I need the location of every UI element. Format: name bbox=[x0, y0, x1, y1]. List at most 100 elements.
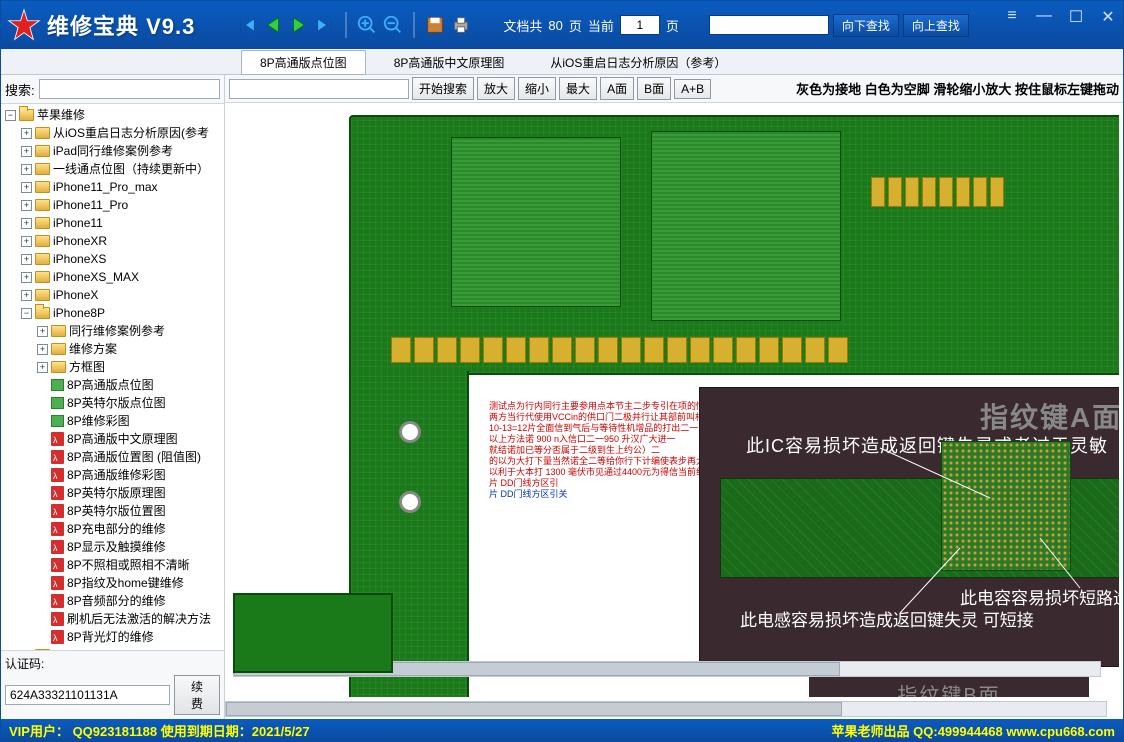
pad-row bbox=[871, 177, 1004, 207]
statusbar: VIP用户： QQ923181188 使用到期日期：2021/5/27 苹果老师… bbox=[1, 719, 1123, 741]
tree-item[interactable]: +方框图 bbox=[3, 358, 222, 376]
tree-item[interactable]: 8P不照相或照相不清晰 bbox=[3, 556, 222, 574]
tree-item-label: 一线通点位图（持续更新中） bbox=[53, 160, 209, 178]
tree-item-label: 同行维修案例参考 bbox=[69, 322, 165, 340]
nav-next-icon[interactable] bbox=[287, 13, 311, 37]
nav-prev-icon[interactable] bbox=[261, 13, 285, 37]
tree-item-label: 从iOS重启日志分析原因(参考 bbox=[53, 124, 209, 142]
expand-icon[interactable]: + bbox=[21, 290, 32, 301]
tree-item[interactable]: 8P音频部分的维修 bbox=[3, 592, 222, 610]
tree-item[interactable]: +iPhoneXS bbox=[3, 250, 222, 268]
nav-first-icon[interactable] bbox=[235, 13, 259, 37]
folder-icon bbox=[35, 253, 50, 265]
tree-item[interactable]: 8P高通版位置图 (阻值图) bbox=[3, 448, 222, 466]
side-b-button[interactable]: B面 bbox=[637, 77, 671, 100]
zoom-in-button[interactable]: 放大 bbox=[477, 77, 515, 100]
expand-icon[interactable]: + bbox=[21, 236, 32, 247]
zoom-out-button[interactable]: 缩小 bbox=[518, 77, 556, 100]
tree-item[interactable]: 8P英特尔版位置图 bbox=[3, 502, 222, 520]
tree-item[interactable]: 刷机后无法激活的解决方法 bbox=[3, 610, 222, 628]
maximize-button[interactable]: ☐ bbox=[1067, 7, 1085, 27]
zoom-max-button[interactable]: 最大 bbox=[559, 77, 597, 100]
close-button[interactable]: ✕ bbox=[1099, 7, 1117, 27]
tree-item[interactable]: 8P高通版中文原理图 bbox=[3, 430, 222, 448]
folder-icon bbox=[35, 235, 50, 247]
minimize-button[interactable]: — bbox=[1035, 7, 1053, 27]
pdf-icon bbox=[51, 612, 64, 626]
save-icon[interactable] bbox=[423, 13, 447, 37]
tree-item-label: 苹果维修 bbox=[37, 106, 85, 124]
expand-icon[interactable]: + bbox=[37, 326, 48, 337]
print-icon[interactable] bbox=[449, 13, 473, 37]
tree-item[interactable]: 8P背光灯的维修 bbox=[3, 628, 222, 646]
expand-icon[interactable]: + bbox=[21, 254, 32, 265]
expand-icon[interactable]: + bbox=[21, 182, 32, 193]
renew-button[interactable]: 续费 bbox=[174, 675, 220, 715]
tree-item[interactable]: +iPhoneX bbox=[3, 286, 222, 304]
side-ab-button[interactable]: A+B bbox=[674, 79, 711, 99]
horizontal-scrollbar[interactable] bbox=[225, 701, 1107, 717]
tree-item[interactable]: + 从iOS重启日志分析原因(参考 bbox=[3, 124, 222, 142]
pad-row bbox=[391, 337, 1031, 363]
expand-icon[interactable]: + bbox=[21, 200, 32, 211]
viewer-toolbar: 开始搜索 放大 缩小 最大 A面 B面 A+B 灰色为接地 白色为空脚 滑轮缩小… bbox=[225, 75, 1123, 103]
mounting-hole bbox=[399, 491, 421, 513]
find-next-button[interactable]: 向下查找 bbox=[833, 14, 899, 37]
tree-item[interactable]: 8P显示及触摸维修 bbox=[3, 538, 222, 556]
tree-item[interactable]: +维修方案 bbox=[3, 340, 222, 358]
device-tree[interactable]: −苹果维修+从iOS重启日志分析原因(参考+iPad同行维修案例参考+一线通点位… bbox=[1, 104, 224, 650]
tree-item[interactable]: 8P英特尔版原理图 bbox=[3, 484, 222, 502]
zoom-in-icon[interactable] bbox=[355, 13, 379, 37]
viewer-search-input[interactable] bbox=[229, 79, 409, 99]
tree-item[interactable]: 8P英特尔版点位图 bbox=[3, 394, 222, 412]
pcb-viewer[interactable]: 测试点为行内同行主要参用点本节主二步专引在项的情下前 两方当行代使用VCCin的… bbox=[225, 103, 1123, 719]
expand-icon[interactable]: + bbox=[21, 146, 32, 157]
tree-item[interactable]: 8P充电部分的维修 bbox=[3, 520, 222, 538]
find-prev-button[interactable]: 向上查找 bbox=[903, 14, 969, 37]
tree-item[interactable]: +iPhone11 bbox=[3, 214, 222, 232]
collapse-icon[interactable]: − bbox=[21, 308, 32, 319]
tree-item[interactable]: − iPhone8P bbox=[3, 304, 222, 322]
tab[interactable]: 从iOS重启日志分析原因（参考） bbox=[532, 51, 744, 74]
expand-icon[interactable]: + bbox=[21, 218, 32, 229]
doc-pages: 80 bbox=[548, 18, 562, 33]
tree-item[interactable]: − 苹果维修 bbox=[3, 106, 222, 124]
pdf-icon bbox=[51, 594, 64, 608]
expand-icon[interactable]: + bbox=[21, 272, 32, 283]
tree-item[interactable]: 8P维修彩图 bbox=[3, 412, 222, 430]
tree-item[interactable]: +iPhoneXR bbox=[3, 232, 222, 250]
search-label: 搜索: bbox=[5, 80, 35, 99]
tree-item[interactable]: 8P指纹及home键维修 bbox=[3, 574, 222, 592]
tree-item[interactable]: +iPhoneXS_MAX bbox=[3, 268, 222, 286]
tab-active[interactable]: 8P高通版点位图 bbox=[241, 50, 366, 75]
tree-item[interactable]: +iPad同行维修案例参考 bbox=[3, 142, 222, 160]
tab[interactable]: 8P高通版中文原理图 bbox=[376, 51, 523, 74]
status-left: VIP用户： QQ923181188 使用到期日期：2021/5/27 bbox=[9, 721, 310, 740]
collapse-icon[interactable]: − bbox=[5, 110, 16, 121]
tree-item[interactable]: +iPhone11_Pro_max bbox=[3, 178, 222, 196]
start-search-button[interactable]: 开始搜索 bbox=[412, 77, 474, 100]
auth-code-input[interactable] bbox=[5, 685, 170, 705]
tree-item-label: iPhone8P bbox=[53, 304, 105, 322]
expand-icon[interactable]: + bbox=[37, 344, 48, 355]
folder-icon bbox=[51, 343, 66, 355]
tree-item[interactable]: +iPhone11_Pro bbox=[3, 196, 222, 214]
expand-icon[interactable]: + bbox=[37, 362, 48, 373]
zoom-out-icon[interactable] bbox=[381, 13, 405, 37]
app-title: 维修宝典 V9.3 bbox=[47, 9, 195, 41]
current-page-input[interactable] bbox=[620, 15, 660, 35]
find-input[interactable] bbox=[709, 15, 829, 35]
pcb-board-top bbox=[349, 115, 1119, 375]
tree-item[interactable]: + 一线通点位图（持续更新中） bbox=[3, 160, 222, 178]
expand-icon[interactable]: + bbox=[21, 128, 32, 139]
tree-item[interactable]: 8P高通版点位图 bbox=[3, 376, 222, 394]
tree-item[interactable]: 8P高通版维修彩图 bbox=[3, 466, 222, 484]
nav-last-icon[interactable] bbox=[313, 13, 337, 37]
status-right: 苹果老师出品 QQ:499944468 www.cpu668.com bbox=[832, 721, 1115, 740]
side-a-button[interactable]: A面 bbox=[600, 77, 634, 100]
expand-icon[interactable]: + bbox=[21, 164, 32, 175]
tree-item[interactable]: + 同行维修案例参考 bbox=[3, 322, 222, 340]
tree-search-input[interactable] bbox=[39, 79, 220, 99]
tree-item-label: 8P背光灯的维修 bbox=[67, 628, 154, 646]
menu-icon[interactable]: ≡ bbox=[1003, 7, 1021, 27]
